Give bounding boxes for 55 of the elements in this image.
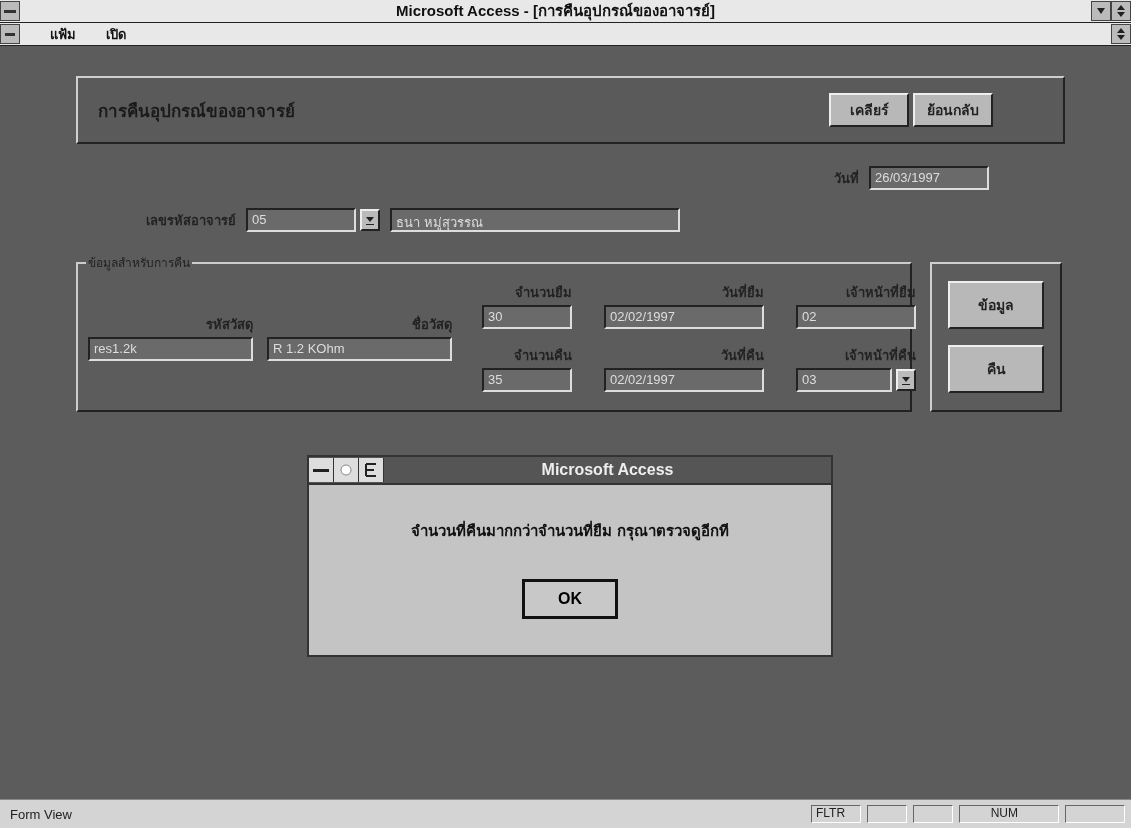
field-label: รหัสวัสดุ [206, 315, 253, 335]
system-menu-button[interactable] [309, 458, 334, 482]
teacher-code-label: เลขรหัสอาจารย์ [146, 211, 236, 230]
date-label: วันที่ [834, 168, 859, 188]
teacher-code-field[interactable]: 05 [246, 208, 356, 232]
text-field[interactable]: R 1.2 KOhm [267, 336, 452, 361]
dialog-message: จำนวนที่คืนมากกว่าจำนวนที่ยืม กรุณาตรวจดูอีกที [409, 519, 731, 543]
bar-icon [4, 9, 16, 13]
dropdown-arrow-icon [365, 214, 375, 226]
dropdown-button[interactable] [360, 209, 380, 231]
status-pane [867, 805, 907, 823]
menu-item[interactable]: เปิด [106, 23, 126, 45]
field-label: วันที่ยืม [722, 282, 764, 302]
field-label: ชื่อวัสดุ [412, 314, 452, 335]
combo-field[interactable]: 03 [796, 368, 892, 392]
field-label: เจ้าหน้าที่ยืม [846, 282, 916, 302]
text-field[interactable]: 02/02/1997 [604, 305, 764, 329]
side-button[interactable]: ข้อมูล [948, 281, 1044, 329]
window-title: Microsoft Access - [การคืนอุปกรณ์ของอาจารย์] [395, 1, 716, 23]
minimize-button[interactable] [1091, 1, 1111, 21]
status-mode: Form View [10, 806, 73, 822]
field-label: เจ้าหน้าที่คืน [845, 345, 916, 365]
text-field[interactable]: 30 [482, 305, 572, 329]
text-field[interactable]: 02 [796, 305, 916, 329]
restore-button[interactable] [1111, 24, 1131, 44]
group-title: ข้อมูลสำหรับการคืน [86, 253, 192, 272]
field-label: จำนวนยืม [515, 284, 572, 302]
text-field[interactable]: 02/02/1997 [604, 368, 764, 392]
date-field[interactable]: 26/03/1997 [869, 166, 989, 190]
ok-button[interactable]: OK [522, 579, 618, 619]
up-down-arrow-icon [1116, 27, 1126, 41]
side-button[interactable]: คืน [948, 345, 1044, 393]
document-menu-button[interactable] [0, 24, 20, 44]
system-menu-button[interactable] [0, 1, 20, 21]
status-indicator: NUM [959, 805, 1059, 823]
field-label: วันที่คืน [721, 345, 764, 365]
menu-item[interactable]: แฟ้ม [50, 23, 76, 45]
field-label: จำนวนคืน [514, 347, 572, 365]
form-title: การคืนอุปกรณ์ของอาจารย์ [98, 99, 296, 124]
down-arrow-icon [1096, 7, 1106, 15]
status-pane [913, 805, 953, 823]
form-button[interactable]: เคลียร์ [829, 93, 909, 127]
restore-button[interactable] [1111, 1, 1131, 21]
dropdown-button[interactable] [896, 369, 916, 391]
bar-icon [313, 468, 329, 472]
dropdown-arrow-icon [901, 374, 911, 386]
teacher-name-field[interactable]: ธนา หมู่สุวรรณ [390, 208, 680, 232]
up-down-arrow-icon [1116, 4, 1126, 18]
dialog-title: Microsoft Access [540, 461, 675, 479]
text-field[interactable]: 35 [482, 368, 572, 392]
status-indicator: FLTR [811, 805, 861, 823]
text-field[interactable]: res1.2k [88, 336, 253, 361]
form-button[interactable]: ย้อนกลับ [913, 93, 993, 127]
status-pane [1065, 805, 1125, 823]
bar-icon [5, 32, 15, 36]
